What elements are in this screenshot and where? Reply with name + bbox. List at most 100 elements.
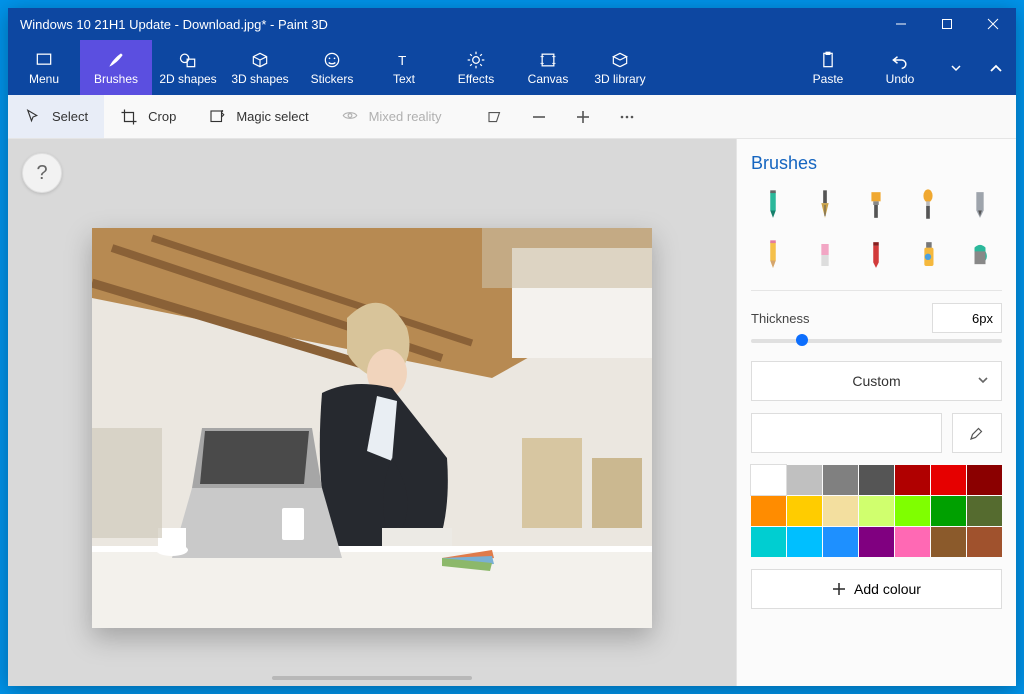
label-stickers: Stickers [311, 72, 354, 86]
label-3d-library: 3D library [594, 72, 645, 86]
colour-swatch[interactable] [895, 496, 930, 526]
label-3d-shapes: 3D shapes [231, 72, 288, 86]
undo-button[interactable]: Undo [864, 40, 936, 95]
brush-fill[interactable] [958, 238, 1002, 272]
colour-swatch[interactable] [859, 496, 894, 526]
help-button[interactable]: ? [22, 153, 62, 193]
tab-text[interactable]: T Text [368, 40, 440, 95]
brush-calligraphy-pen[interactable] [803, 188, 847, 222]
chevron-down-icon [977, 373, 989, 389]
sub-toolbar: Select Crop Magic select Mixed reality [8, 95, 1016, 139]
add-colour-label: Add colour [854, 581, 921, 597]
colour-swatch[interactable] [823, 465, 858, 495]
horizontal-scrollbar[interactable] [272, 676, 472, 680]
current-colour-row [751, 413, 1002, 453]
window-title: Windows 10 21H1 Update - Download.jpg* -… [20, 17, 328, 32]
brush-pixel-pen[interactable] [958, 188, 1002, 222]
thickness-slider[interactable] [751, 339, 1002, 343]
colour-swatch[interactable] [751, 527, 786, 557]
zoom-out-button[interactable] [517, 95, 561, 138]
svg-text:T: T [398, 53, 406, 68]
label-brushes: Brushes [94, 72, 138, 86]
label-canvas: Canvas [528, 72, 569, 86]
current-colour[interactable] [751, 413, 942, 453]
canvas-image[interactable] [92, 228, 652, 628]
brush-pencil[interactable] [751, 238, 795, 272]
label-undo: Undo [886, 72, 915, 86]
label-menu: Menu [29, 72, 59, 86]
brush-spray-can[interactable] [906, 238, 950, 272]
colour-swatch[interactable] [823, 496, 858, 526]
colour-swatch[interactable] [895, 527, 930, 557]
more-options-button[interactable] [605, 95, 649, 138]
panel-heading: Brushes [751, 153, 1002, 174]
canvas-area[interactable]: ? [8, 139, 736, 686]
history-dropdown[interactable] [936, 40, 976, 95]
label-select: Select [52, 109, 88, 124]
colour-swatch[interactable] [823, 527, 858, 557]
tab-3d-library[interactable]: 3D library [584, 40, 656, 95]
colour-swatch[interactable] [931, 496, 966, 526]
colour-swatch[interactable] [931, 527, 966, 557]
colour-swatch[interactable] [751, 496, 786, 526]
slider-thumb[interactable] [796, 334, 808, 346]
thickness-control: Thickness 6px [751, 303, 1002, 333]
tab-effects[interactable]: Effects [440, 40, 512, 95]
magic-select-tool[interactable]: Magic select [192, 95, 324, 138]
colour-swatch[interactable] [859, 465, 894, 495]
tab-2d-shapes[interactable]: 2D shapes [152, 40, 224, 95]
plus-icon [832, 582, 846, 596]
label-magic-select: Magic select [236, 109, 308, 124]
window-controls [878, 8, 1016, 40]
brush-marker[interactable] [751, 188, 795, 222]
crop-tool[interactable]: Crop [104, 95, 192, 138]
close-button[interactable] [970, 8, 1016, 40]
colour-swatch[interactable] [967, 527, 1002, 557]
side-panel: Brushes [736, 139, 1016, 686]
material-label: Custom [852, 373, 900, 389]
colour-swatch[interactable] [967, 465, 1002, 495]
material-dropdown[interactable]: Custom [751, 361, 1002, 401]
minimize-button[interactable] [878, 8, 924, 40]
tab-menu[interactable]: Menu [8, 40, 80, 95]
colour-swatch[interactable] [895, 465, 930, 495]
colour-swatch[interactable] [931, 465, 966, 495]
tab-canvas[interactable]: Canvas [512, 40, 584, 95]
colour-swatch[interactable] [787, 496, 822, 526]
eyedropper-button[interactable] [952, 413, 1002, 453]
tab-stickers[interactable]: Stickers [296, 40, 368, 95]
tab-brushes[interactable]: Brushes [80, 40, 152, 95]
thickness-label: Thickness [751, 311, 810, 326]
label-2d-shapes: 2D shapes [159, 72, 216, 86]
view-3d-button[interactable] [473, 95, 517, 138]
photo-illustration [92, 228, 652, 628]
thickness-input[interactable]: 6px [932, 303, 1002, 333]
maximize-button[interactable] [924, 8, 970, 40]
brush-picker [751, 188, 1002, 272]
collapse-ribbon-button[interactable] [976, 40, 1016, 95]
brush-crayon[interactable] [855, 238, 899, 272]
colour-swatch[interactable] [787, 465, 822, 495]
brush-eraser[interactable] [803, 238, 847, 272]
colour-swatch[interactable] [751, 465, 786, 495]
label-text: Text [393, 72, 415, 86]
add-colour-button[interactable]: Add colour [751, 569, 1002, 609]
paste-button[interactable]: Paste [792, 40, 864, 95]
help-icon: ? [36, 162, 47, 185]
title-bar: Windows 10 21H1 Update - Download.jpg* -… [8, 8, 1016, 40]
select-tool[interactable]: Select [8, 95, 104, 138]
label-crop: Crop [148, 109, 176, 124]
colour-swatch[interactable] [967, 496, 1002, 526]
label-mixed-reality: Mixed reality [369, 109, 442, 124]
label-effects: Effects [458, 72, 494, 86]
mixed-reality-tool: Mixed reality [325, 95, 458, 138]
colour-swatch[interactable] [787, 527, 822, 557]
brush-watercolour[interactable] [906, 188, 950, 222]
colour-swatch[interactable] [859, 527, 894, 557]
zoom-in-button[interactable] [561, 95, 605, 138]
ribbon: Menu Brushes 2D shapes 3D shapes Sticker… [8, 40, 1016, 95]
main-area: ? [8, 139, 1016, 686]
tab-3d-shapes[interactable]: 3D shapes [224, 40, 296, 95]
label-paste: Paste [813, 72, 844, 86]
brush-oil[interactable] [855, 188, 899, 222]
